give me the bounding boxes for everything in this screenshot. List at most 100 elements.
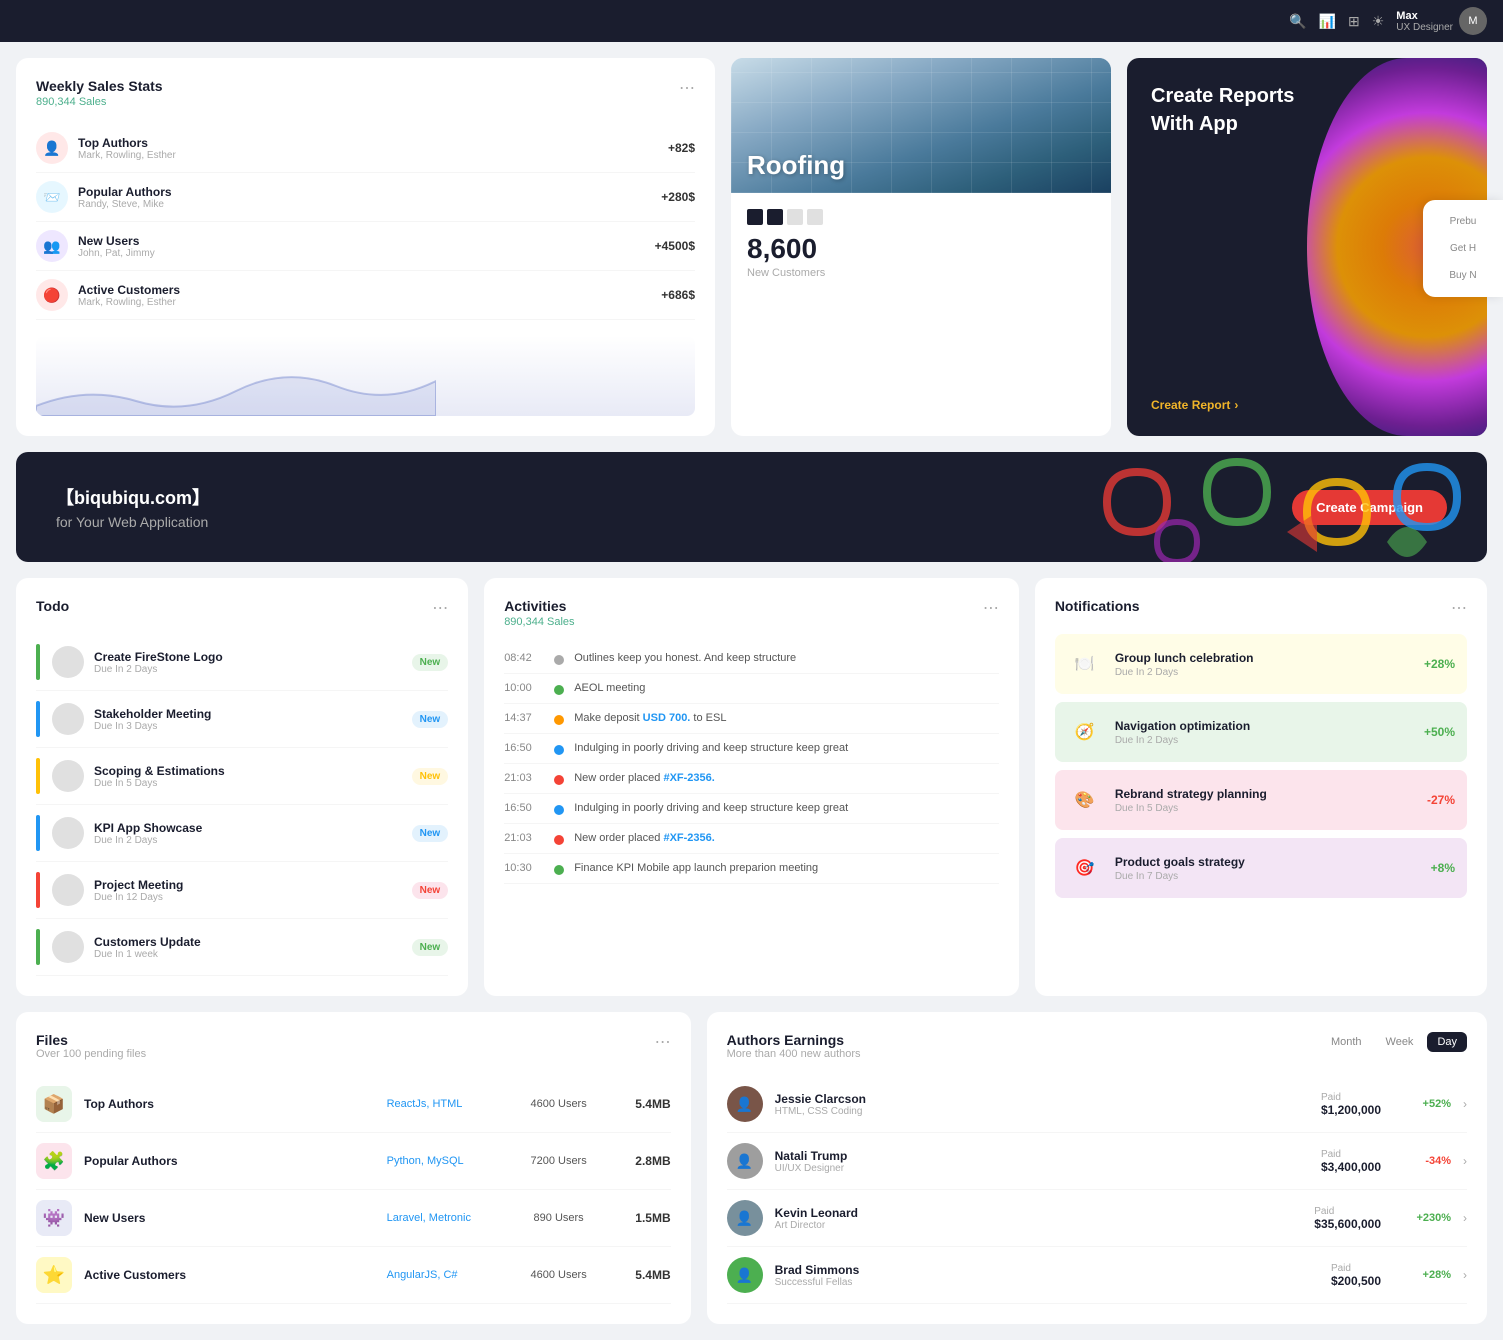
- notif-name: Rebrand strategy planning: [1115, 787, 1415, 801]
- todo-avatar: [52, 760, 84, 792]
- todo-badge: New: [412, 882, 449, 899]
- row-1: Weekly Sales Stats 890,344 Sales ⋯ 👤 Top…: [16, 58, 1487, 436]
- todo-due: Due In 2 Days: [94, 835, 412, 846]
- stat-value: +4500$: [655, 239, 695, 253]
- files-menu-icon[interactable]: ⋯: [655, 1032, 671, 1052]
- file-items: 📦 Top Authors ReactJs, HTML 4600 Users 5…: [36, 1076, 671, 1304]
- authors-subtitle: More than 400 new authors: [727, 1048, 861, 1060]
- activity-text: Outlines keep you honest. And keep struc…: [574, 652, 999, 664]
- author-role: UI/UX Designer: [775, 1163, 1309, 1174]
- author-name: Kevin Leonard: [775, 1206, 1303, 1220]
- todo-badge: New: [412, 711, 449, 728]
- activity-text: Finance KPI Mobile app launch preparion …: [574, 862, 999, 874]
- todo-menu-icon[interactable]: ⋯: [432, 598, 448, 618]
- file-tech: AngularJS, C#: [387, 1269, 507, 1281]
- notif-sub: Due In 2 Days: [1115, 667, 1412, 678]
- author-items: 👤 Jessie Clarcson HTML, CSS Coding Paid …: [727, 1076, 1467, 1304]
- author-paid-label: Paid: [1331, 1263, 1381, 1274]
- user-name: Max: [1396, 10, 1453, 22]
- stat-value: +280$: [661, 190, 695, 204]
- todo-avatar: [52, 646, 84, 678]
- author-paid-section: Paid $35,600,000: [1314, 1206, 1381, 1231]
- sidebar-prebu[interactable]: Prebu: [1431, 212, 1495, 231]
- notif-name: Group lunch celebration: [1115, 651, 1412, 665]
- sales-menu-icon[interactable]: ⋯: [679, 78, 695, 98]
- notif-value: +28%: [1424, 657, 1455, 671]
- activity-text: AEOL meeting: [574, 682, 999, 694]
- file-item: 📦 Top Authors ReactJs, HTML 4600 Users 5…: [36, 1076, 671, 1133]
- notifications-menu-icon[interactable]: ⋯: [1451, 598, 1467, 618]
- author-avatar: 👤: [727, 1086, 763, 1122]
- author-item: 👤 Kevin Leonard Art Director Paid $35,60…: [727, 1190, 1467, 1247]
- todo-avatar: [52, 703, 84, 735]
- stat-info: Top Authors Mark, Rowling, Esther: [78, 136, 668, 161]
- author-info: Kevin Leonard Art Director: [775, 1206, 1303, 1231]
- campaign-text: 【biqubiqu.com】 for Your Web Application: [56, 484, 210, 530]
- todo-info: Scoping & Estimations Due In 5 Days: [94, 764, 412, 789]
- author-info: Natali Trump UI/UX Designer: [775, 1149, 1309, 1174]
- stat-item: 📨 Popular Authors Randy, Steve, Mike +28…: [36, 173, 695, 222]
- activity-item: 14:37 Make deposit USD 700. to ESL: [504, 704, 999, 734]
- notification-item: 🎯 Product goals strategy Due In 7 Days +…: [1055, 838, 1467, 898]
- stat-name: Active Customers: [78, 283, 661, 297]
- create-report-link[interactable]: Create Report ›: [1151, 398, 1463, 412]
- author-role: HTML, CSS Coding: [775, 1106, 1309, 1117]
- author-change: +230%: [1401, 1212, 1451, 1224]
- bar-icon[interactable]: 📊: [1319, 13, 1336, 30]
- files-card: Files Over 100 pending files ⋯ 📦 Top Aut…: [16, 1012, 691, 1324]
- stat-items: 👤 Top Authors Mark, Rowling, Esther +82$…: [36, 124, 695, 320]
- author-arrow-icon[interactable]: ›: [1463, 1097, 1467, 1111]
- campaign-banner: 【biqubiqu.com】 for Your Web Application …: [16, 452, 1487, 562]
- author-arrow-icon[interactable]: ›: [1463, 1211, 1467, 1225]
- stat-value: +686$: [661, 288, 695, 302]
- todo-item: Customers Update Due In 1 week New: [36, 919, 448, 976]
- author-paid-label: Paid: [1321, 1092, 1381, 1103]
- activity-time: 16:50: [504, 742, 544, 754]
- activity-time: 08:42: [504, 652, 544, 664]
- notif-sub: Due In 2 Days: [1115, 735, 1412, 746]
- activity-time: 21:03: [504, 832, 544, 844]
- brightness-icon[interactable]: ☀: [1372, 13, 1385, 30]
- period-day-button[interactable]: Day: [1427, 1032, 1467, 1052]
- activities-card: Activities 890,344 Sales ⋯ 08:42 Outline…: [484, 578, 1019, 996]
- activities-menu-icon[interactable]: ⋯: [983, 598, 999, 618]
- activity-items: 08:42 Outlines keep you honest. And keep…: [504, 644, 999, 884]
- file-users: 890 Users: [519, 1212, 599, 1224]
- sidebar-geth[interactable]: Get H: [1431, 239, 1495, 258]
- sales-subtitle: 890,344 Sales: [36, 96, 163, 108]
- activity-item: 16:50 Indulging in poorly driving and ke…: [504, 734, 999, 764]
- stat-icon: 👥: [36, 230, 68, 262]
- search-icon[interactable]: 🔍: [1289, 13, 1306, 30]
- author-arrow-icon[interactable]: ›: [1463, 1268, 1467, 1282]
- author-change: +28%: [1401, 1269, 1451, 1281]
- author-change: +52%: [1401, 1098, 1451, 1110]
- notif-icon: 🍽️: [1067, 646, 1103, 682]
- stat-info: New Users John, Pat, Jimmy: [78, 234, 655, 259]
- todo-dot: [36, 929, 40, 965]
- notifications-title: Notifications: [1055, 598, 1140, 614]
- todo-due: Due In 12 Days: [94, 892, 412, 903]
- author-role: Successful Fellas: [775, 1277, 1319, 1288]
- files-title: Files: [36, 1032, 146, 1048]
- stat-item: 🔴 Active Customers Mark, Rowling, Esther…: [36, 271, 695, 320]
- activity-link[interactable]: #XF-2356.: [663, 772, 714, 784]
- author-name: Natali Trump: [775, 1149, 1309, 1163]
- stat-sub: Mark, Rowling, Esther: [78, 150, 668, 161]
- activity-link[interactable]: USD 700.: [643, 712, 691, 724]
- todo-info: KPI App Showcase Due In 2 Days: [94, 821, 412, 846]
- period-month-button[interactable]: Month: [1321, 1032, 1372, 1052]
- stat-icon: 🔴: [36, 279, 68, 311]
- avatar[interactable]: M: [1459, 7, 1487, 35]
- todo-avatar: [52, 874, 84, 906]
- sidebar-buyn[interactable]: Buy N: [1431, 266, 1495, 285]
- activity-link[interactable]: #XF-2356.: [663, 832, 714, 844]
- todo-dot: [36, 758, 40, 794]
- todo-name: Stakeholder Meeting: [94, 707, 412, 721]
- todo-info: Stakeholder Meeting Due In 3 Days: [94, 707, 412, 732]
- stat-name: Top Authors: [78, 136, 668, 150]
- period-week-button[interactable]: Week: [1376, 1032, 1424, 1052]
- activity-dot: [554, 715, 564, 725]
- todo-due: Due In 2 Days: [94, 664, 412, 675]
- author-arrow-icon[interactable]: ›: [1463, 1154, 1467, 1168]
- grid-icon[interactable]: ⊞: [1348, 13, 1360, 30]
